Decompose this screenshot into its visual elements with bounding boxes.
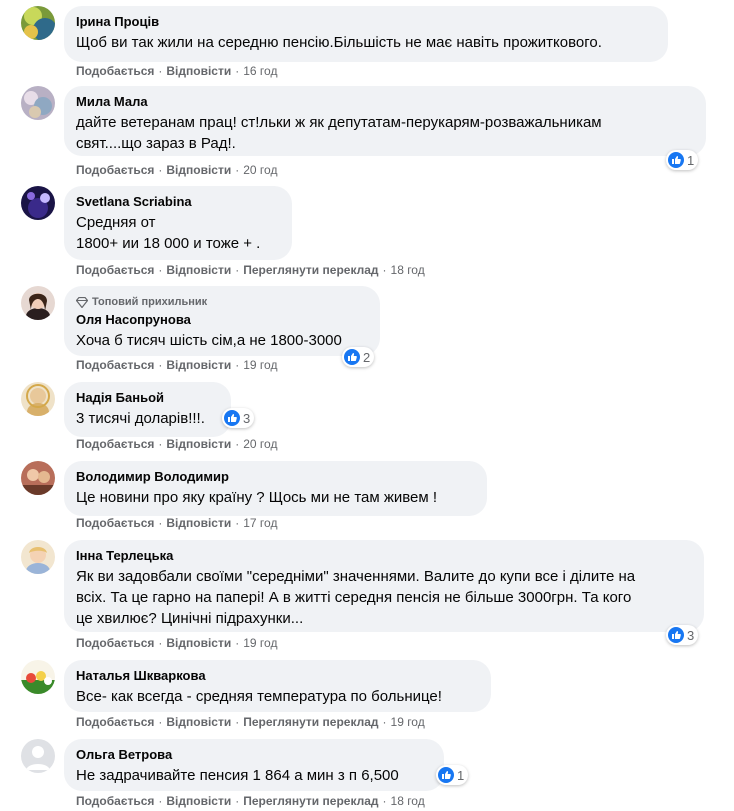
comment-actions: Подобається · Відповісти · Переглянути пер… [76, 714, 425, 730]
reaction-count[interactable]: 1 [436, 765, 469, 785]
thumbs-up-icon [224, 410, 240, 426]
reaction-number: 1 [457, 767, 465, 783]
like-button[interactable]: Подобається [76, 262, 154, 278]
author-name[interactable]: Інна Терлецька [76, 548, 692, 564]
see-translation-button[interactable]: Переглянути переклад [243, 262, 378, 278]
timestamp[interactable]: 20 год [243, 436, 277, 452]
comment-bubble: Мила Мала дайте ветеранам прац! ст!льки … [64, 86, 706, 156]
author-name[interactable]: Надія Баньой [76, 390, 219, 406]
top-fan-label: Топовий прихильник [92, 296, 208, 308]
comment-actions: Подобається · Відповісти · Переглянути пер… [76, 262, 425, 278]
comment-text: Хоча б тисяч шість сім,а не 1800-3000 [76, 332, 342, 349]
avatar[interactable] [21, 461, 55, 495]
comment-actions: Подобається · Відповісти · 19 год [76, 635, 278, 651]
avatar[interactable] [21, 6, 55, 40]
thumbs-up-icon [344, 349, 360, 365]
like-button[interactable]: Подобається [76, 714, 154, 730]
comment-bubble: Надія Баньой 3 тисячі доларів!!!. [64, 382, 231, 437]
see-translation-button[interactable]: Переглянути переклад [243, 714, 378, 730]
comment-bubble: Ольга Ветрова Не задрачивайте пенсия 1 8… [64, 739, 444, 791]
comment-bubble: Топовий прихильник Оля Насопрунова Хоча … [64, 286, 380, 356]
comment-actions: Подобається · Відповісти · 17 год [76, 515, 278, 531]
thumbs-up-icon [668, 627, 684, 643]
avatar[interactable] [21, 540, 55, 574]
author-name[interactable]: Ольга Ветрова [76, 747, 432, 763]
like-button[interactable]: Подобається [76, 635, 154, 651]
avatar[interactable] [21, 86, 55, 120]
like-button[interactable]: Подобається [76, 793, 154, 809]
comment-actions: Подобається · Відповісти · Переглянути пер… [76, 793, 425, 809]
comment-text: Средняя от 1800+ ии 18 000 и тоже + . [76, 214, 261, 252]
comment-bubble: Інна Терлецька Як ви задовбали своїми "с… [64, 540, 704, 632]
comment-text: дайте ветеранам прац! ст!льки ж як депут… [76, 114, 602, 152]
reaction-count[interactable]: 3 [222, 408, 255, 428]
comment-actions: Подобається · Відповісти · 16 год [76, 63, 278, 79]
reply-button[interactable]: Відповісти [166, 436, 231, 452]
like-button[interactable]: Подобається [76, 436, 154, 452]
timestamp[interactable]: 19 год [391, 714, 425, 730]
like-button[interactable]: Подобається [76, 162, 154, 178]
author-name[interactable]: Володимир Володимир [76, 469, 475, 485]
comment-text: Це новини про яку країну ? Щось ми не та… [76, 489, 438, 506]
like-button[interactable]: Подобається [76, 515, 154, 531]
timestamp[interactable]: 18 год [391, 262, 425, 278]
comment-text: Як ви задовбали своїми "середніми" значе… [76, 568, 636, 627]
reply-button[interactable]: Відповісти [166, 793, 231, 809]
author-name[interactable]: Ірина Проців [76, 14, 656, 30]
avatar[interactable] [21, 286, 55, 320]
diamond-icon [76, 296, 88, 308]
top-fan-badge: Топовий прихильник [76, 295, 368, 309]
author-name[interactable]: Наталья Шкваркова [76, 668, 479, 684]
reply-button[interactable]: Відповісти [166, 262, 231, 278]
comment-text: Не задрачивайте пенсия 1 864 а мин з п 6… [76, 767, 399, 784]
reaction-count[interactable]: 3 [666, 625, 699, 645]
comment-actions: Подобається · Відповісти · 19 год [76, 357, 278, 373]
author-name[interactable]: Мила Мала [76, 94, 694, 110]
timestamp[interactable]: 19 год [243, 357, 277, 373]
comment-text: Щоб ви так жили на середню пенсію.Більші… [76, 34, 602, 51]
comment-actions: Подобається · Відповісти · 20 год [76, 436, 278, 452]
comment-text: Все- как всегда - средняя температура по… [76, 688, 442, 705]
reaction-number: 2 [363, 349, 371, 365]
reply-button[interactable]: Відповісти [166, 714, 231, 730]
avatar[interactable] [21, 660, 55, 694]
reaction-number: 3 [243, 410, 251, 426]
like-button[interactable]: Подобається [76, 357, 154, 373]
comment-text: 3 тисячі доларів!!!. [76, 410, 205, 427]
timestamp[interactable]: 18 год [391, 793, 425, 809]
like-button[interactable]: Подобається [76, 63, 154, 79]
thumbs-up-icon [438, 767, 454, 783]
comment-bubble: Володимир Володимир Це новини про яку кр… [64, 461, 487, 516]
timestamp[interactable]: 17 год [243, 515, 277, 531]
author-name[interactable]: Оля Насопрунова [76, 312, 368, 328]
comment-actions: Подобається · Відповісти · 20 год [76, 162, 278, 178]
reply-button[interactable]: Відповісти [166, 63, 231, 79]
timestamp[interactable]: 19 год [243, 635, 277, 651]
reaction-count[interactable]: 2 [342, 347, 375, 367]
author-name[interactable]: Svetlana Scriabina [76, 194, 280, 210]
comment-bubble: Svetlana Scriabina Средняя от 1800+ ии 1… [64, 186, 292, 260]
timestamp[interactable]: 16 год [243, 63, 277, 79]
reply-button[interactable]: Відповісти [166, 635, 231, 651]
reply-button[interactable]: Відповісти [166, 357, 231, 373]
avatar[interactable] [21, 186, 55, 220]
timestamp[interactable]: 20 год [243, 162, 277, 178]
reaction-number: 3 [687, 627, 695, 643]
avatar[interactable] [21, 382, 55, 416]
reaction-count[interactable]: 1 [666, 150, 699, 170]
reply-button[interactable]: Відповісти [166, 162, 231, 178]
comment-bubble: Ірина Проців Щоб ви так жили на середню … [64, 6, 668, 62]
thumbs-up-icon [668, 152, 684, 168]
avatar[interactable] [21, 739, 55, 773]
reaction-number: 1 [687, 152, 695, 168]
comment-bubble: Наталья Шкваркова Все- как всегда - сред… [64, 660, 491, 712]
see-translation-button[interactable]: Переглянути переклад [243, 793, 378, 809]
reply-button[interactable]: Відповісти [166, 515, 231, 531]
